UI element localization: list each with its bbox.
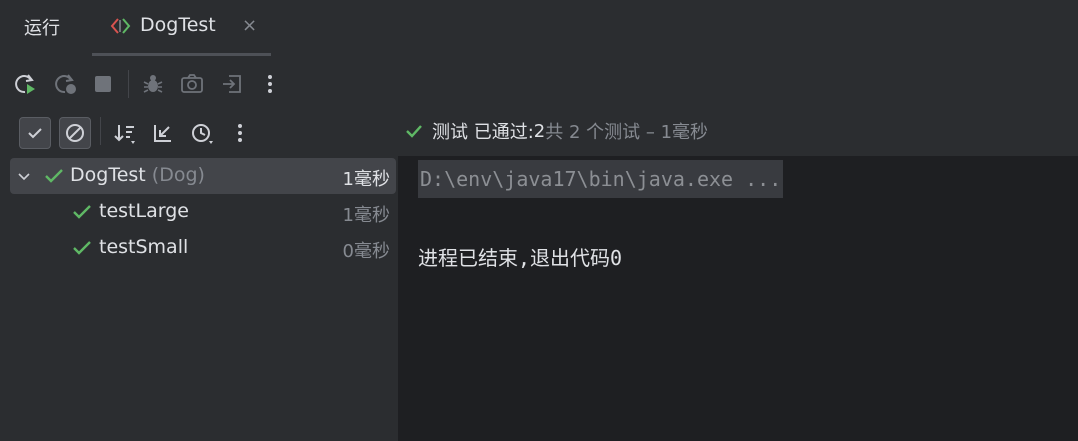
tree-row-testsmall[interactable]: testSmall 0毫秒: [10, 230, 396, 266]
duration: 1毫秒: [342, 205, 390, 226]
duration: 1毫秒: [342, 169, 390, 190]
more-vertical-icon[interactable]: [224, 117, 256, 149]
tree-item-label: DogTest (Dog): [70, 164, 205, 186]
test-status: 测试 已通过: 2 共 2 个测试 – 1毫秒: [404, 116, 708, 146]
rerun-failed-icon: [51, 70, 79, 98]
tab-title: DogTest: [140, 14, 216, 36]
tree-item-label: testLarge: [99, 200, 189, 222]
tree-row-testlarge[interactable]: testLarge 1毫秒: [10, 194, 396, 230]
stop-icon: [89, 70, 117, 98]
collapse-icon[interactable]: [147, 117, 179, 149]
history-icon[interactable]: [186, 117, 218, 149]
command-line[interactable]: D:\env\java17\bin\java.exe ...: [418, 160, 784, 198]
chevron-down-icon[interactable]: [16, 167, 32, 189]
console-output[interactable]: D:\env\java17\bin\java.exe ... 进程已结束,退出代…: [398, 156, 1078, 441]
sort-icon[interactable]: [109, 117, 141, 149]
rerun-icon[interactable]: [11, 70, 39, 98]
tab-dogtest[interactable]: DogTest ×: [92, 0, 271, 56]
passed-check-icon: [72, 203, 92, 226]
passed-check-icon: [72, 239, 92, 262]
passed-check-icon: [406, 125, 422, 138]
duration: 0毫秒: [342, 241, 390, 262]
passed-check-icon: [44, 167, 64, 190]
show-passed-icon[interactable]: [19, 117, 51, 149]
tool-window-header: 运行 DogTest ×: [0, 0, 1078, 56]
tab-active-indicator: [92, 53, 271, 56]
test-config-icon: [110, 16, 132, 36]
status-summary: 共 2 个测试 – 1毫秒: [545, 122, 709, 143]
close-icon[interactable]: ×: [242, 15, 257, 36]
run-tool-window-title[interactable]: 运行: [24, 14, 60, 40]
more-vertical-icon[interactable]: [256, 70, 284, 98]
toolbar-divider: [100, 117, 101, 145]
test-toolbar: [0, 112, 400, 152]
run-toolbar: [0, 64, 400, 104]
test-tree: DogTest (Dog) 1毫秒 testLarge 1毫秒 testSmal…: [0, 156, 398, 441]
exit-icon: [218, 70, 246, 98]
status-prefix: 测试 已通过:: [432, 122, 534, 143]
tree-item-label: testSmall: [99, 236, 189, 258]
exit-message: 进程已结束,退出代码0: [418, 246, 623, 270]
show-ignored-icon[interactable]: [59, 117, 91, 149]
debug-icon: [139, 70, 167, 98]
status-passed-count: 2: [533, 120, 546, 142]
tree-row-dogtest[interactable]: DogTest (Dog) 1毫秒: [10, 158, 396, 194]
screenshot-icon: [178, 70, 206, 98]
toolbar-divider: [128, 70, 129, 98]
